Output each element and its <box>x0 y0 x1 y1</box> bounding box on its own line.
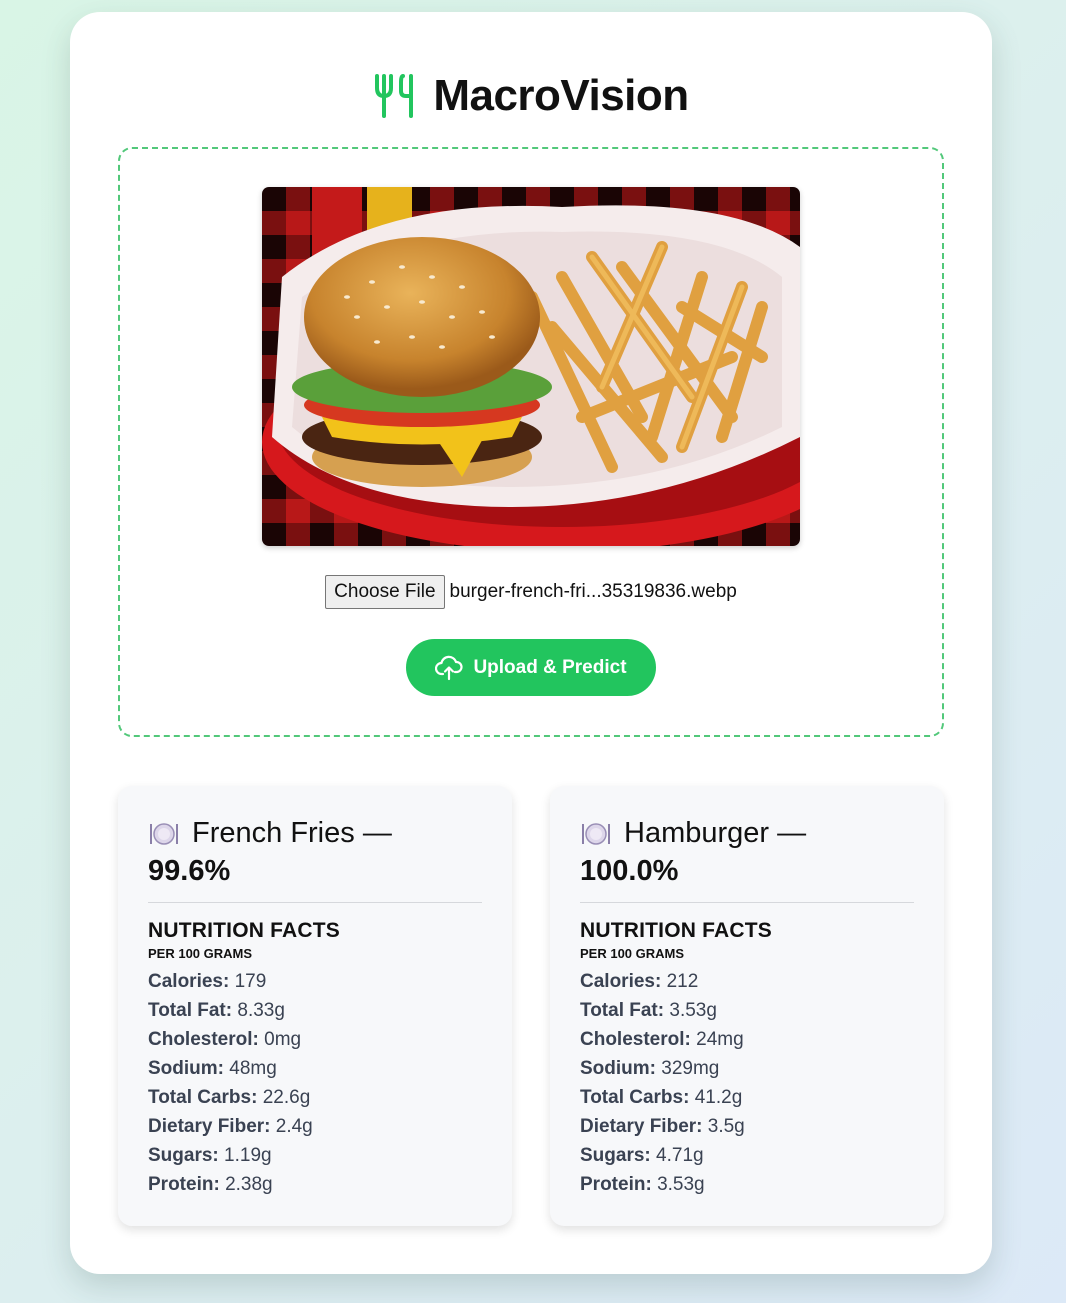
main-card: MacroVision Choose File burger-french-fr… <box>70 12 992 1274</box>
result-heading: French Fries — 99.6% <box>148 814 482 890</box>
nutrition-facts-title: NUTRITION FACTS <box>148 919 340 942</box>
result-heading: Hamburger — 100.0% <box>580 814 914 890</box>
result-card-hamburger: Hamburger — 100.0% NUTRITION FACTS PER 1… <box>550 786 944 1226</box>
nutrition-row-calories: Calories: 179 <box>148 971 267 992</box>
divider <box>580 902 914 903</box>
plate-icon <box>150 823 178 845</box>
app-header: MacroVision <box>70 66 992 126</box>
upload-predict-label: Upload & Predict <box>473 656 627 678</box>
nutrition-facts-subtitle: PER 100 GRAMS <box>148 946 253 961</box>
nutrition-row-sodium: Sodium: 48mg <box>148 1058 277 1079</box>
result-card-french-fries: French Fries — 99.6% NUTRITION FACTS PER… <box>118 786 512 1226</box>
nutrition-row-total-carbs: Total Carbs: 22.6g <box>148 1087 311 1108</box>
confidence-value: 100.0% <box>580 855 679 887</box>
nutrition-row-sugars: Sugars: 1.19g <box>148 1145 272 1166</box>
nutrition-row-sodium: Sodium: 329mg <box>580 1058 720 1079</box>
nutrition-row-cholesterol: Cholesterol: 0mg <box>148 1029 302 1050</box>
plate-icon <box>582 823 610 845</box>
upload-dropzone[interactable]: Choose File burger-french-fri...35319836… <box>118 147 944 737</box>
nutrition-row-protein: Protein: 3.53g <box>580 1174 705 1195</box>
nutrition-row-sugars: Sugars: 4.71g <box>580 1145 704 1166</box>
nutrition-facts-subtitle: PER 100 GRAMS <box>580 946 685 961</box>
food-name: French Fries — <box>192 817 392 849</box>
food-name: Hamburger — <box>624 817 807 849</box>
selected-file-name: burger-french-fri...35319836.webp <box>449 581 737 602</box>
divider <box>148 902 482 903</box>
fork-knife-icon <box>375 74 414 118</box>
confidence-value: 99.6% <box>148 855 231 887</box>
nutrition-row-total-fat: Total Fat: 3.53g <box>580 1000 717 1021</box>
nutrition-row-total-fat: Total Fat: 8.33g <box>148 1000 285 1021</box>
nutrition-row-dietary-fiber: Dietary Fiber: 3.5g <box>580 1116 745 1137</box>
nutrition-facts-title: NUTRITION FACTS <box>580 919 772 942</box>
file-input-row: Choose File burger-french-fri...35319836… <box>120 575 942 609</box>
food-preview-image <box>262 187 800 546</box>
nutrition-row-protein: Protein: 2.38g <box>148 1174 273 1195</box>
nutrition-row-cholesterol: Cholesterol: 24mg <box>580 1029 744 1050</box>
nutrition-row-calories: Calories: 212 <box>580 971 699 992</box>
nutrition-row-dietary-fiber: Dietary Fiber: 2.4g <box>148 1116 313 1137</box>
app-title: MacroVision <box>433 71 689 120</box>
cloud-upload-icon <box>435 655 464 680</box>
nutrition-row-total-carbs: Total Carbs: 41.2g <box>580 1087 743 1108</box>
upload-predict-button[interactable]: Upload & Predict <box>406 639 656 696</box>
choose-file-button[interactable]: Choose File <box>325 575 445 609</box>
